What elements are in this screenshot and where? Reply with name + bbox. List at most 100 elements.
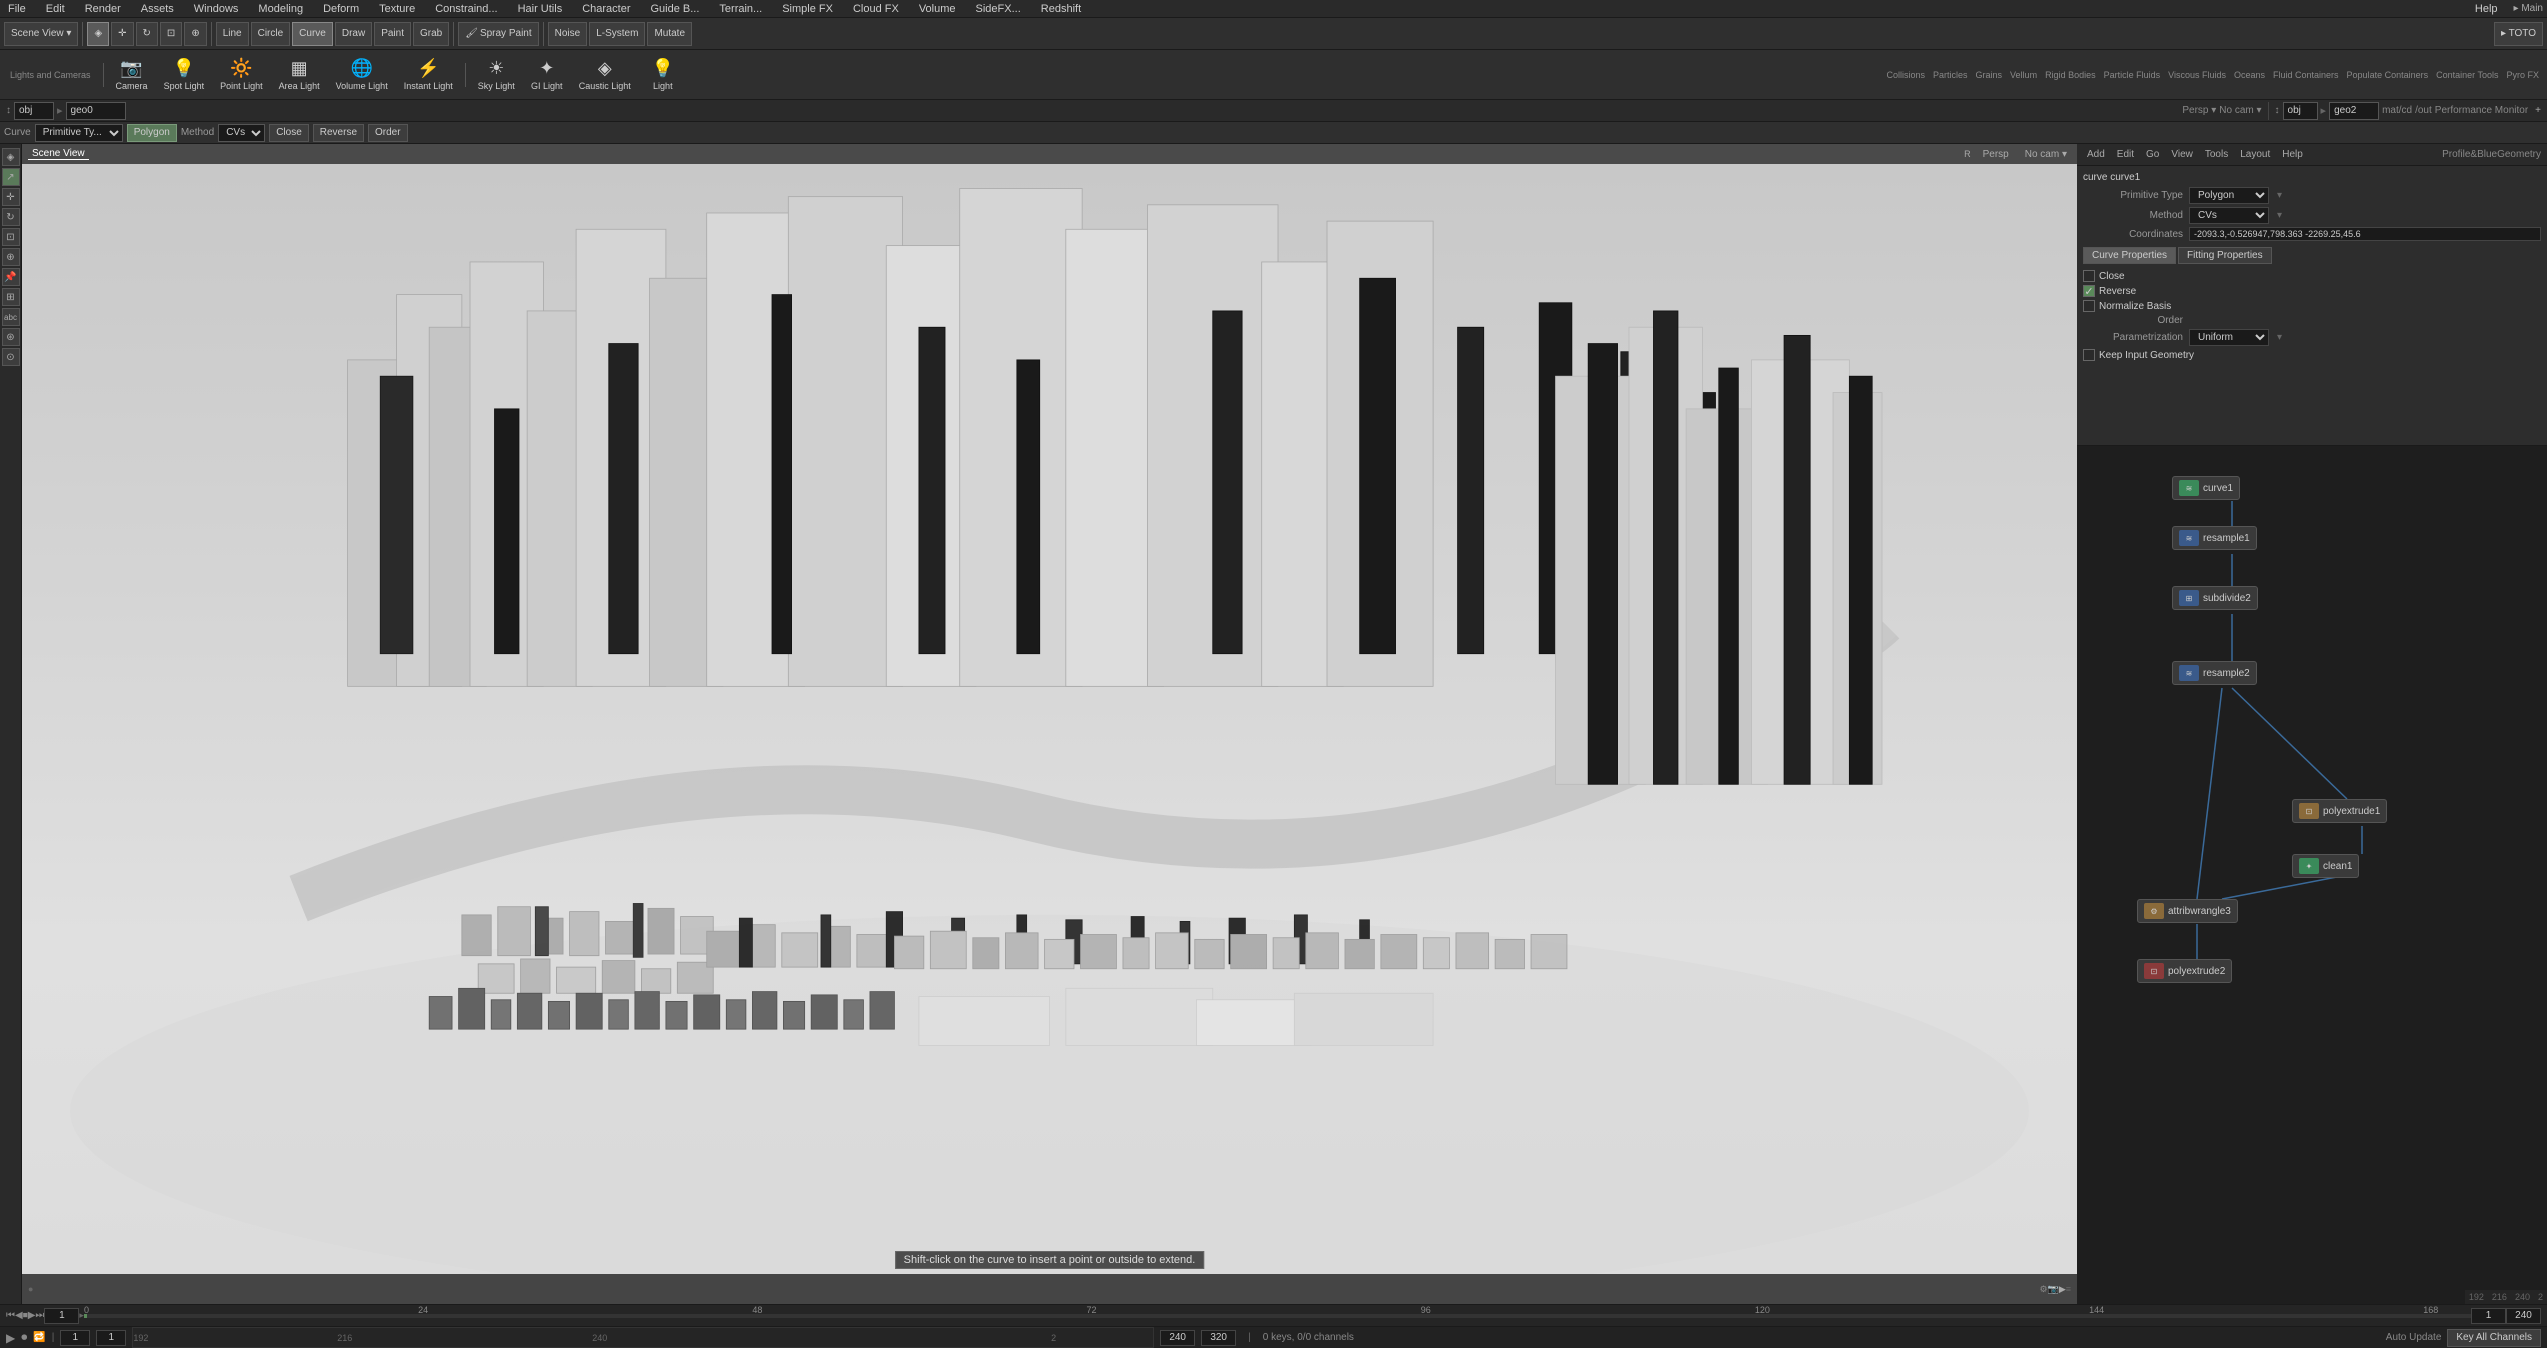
- bottom-timeline[interactable]: 192 216 240 2: [132, 1327, 1154, 1348]
- tool-snap[interactable]: ⊕: [2, 248, 20, 266]
- scale-tool-btn[interactable]: ⊡: [160, 22, 182, 46]
- node-polyextrude2[interactable]: ⊡ polyextrude2: [2137, 959, 2232, 983]
- vp-cam-btn[interactable]: 📷: [2048, 1284, 2059, 1295]
- bb-current-frame[interactable]: [96, 1330, 126, 1346]
- key-all-channels-btn[interactable]: Key All Channels: [2447, 1329, 2541, 1347]
- line-btn[interactable]: Line: [216, 22, 249, 46]
- menu-help[interactable]: Help: [2471, 3, 2502, 15]
- cvs-dropdown[interactable]: CVs: [218, 124, 265, 142]
- node-clean1[interactable]: ✦ clean1: [2292, 854, 2359, 878]
- tool-scale[interactable]: ⊡: [2, 228, 20, 246]
- node-subdivide2[interactable]: ⊞ subdivide2: [2172, 586, 2258, 610]
- area-light-btn[interactable]: ▦ Area Light: [273, 56, 326, 93]
- node-resample2[interactable]: ≋ resample2: [2172, 661, 2257, 685]
- tool-pin[interactable]: 📌: [2, 268, 20, 286]
- coords-input[interactable]: [2189, 227, 2541, 241]
- spray-paint-btn[interactable]: 🖌 Spray Paint: [458, 22, 538, 46]
- tool-abc[interactable]: abc: [2, 308, 20, 326]
- scene-view-btn[interactable]: Scene View ▾: [4, 22, 78, 46]
- tool-group[interactable]: ⊞: [2, 288, 20, 306]
- tools-btn[interactable]: Tools: [2201, 149, 2232, 160]
- menu-hair[interactable]: Hair Utils: [514, 3, 567, 15]
- order-btn[interactable]: Order: [368, 124, 408, 142]
- timeline-bar-area[interactable]: 0 24 48 72 96 120 144 168: [84, 1305, 2471, 1326]
- menu-edit[interactable]: Edit: [42, 3, 69, 15]
- spot-light-btn[interactable]: 💡 Spot Light: [158, 56, 211, 93]
- keep-input-checkbox[interactable]: [2083, 349, 2095, 361]
- fitting-props-tab[interactable]: Fitting Properties: [2178, 247, 2272, 264]
- l-system-btn[interactable]: L-System: [589, 22, 645, 46]
- tool-select[interactable]: ◈: [2, 148, 20, 166]
- handle-tool-btn[interactable]: ⊕: [184, 22, 206, 46]
- tool-curve[interactable]: ↗: [2, 168, 20, 186]
- play-btn[interactable]: ▶: [28, 1310, 36, 1321]
- menu-cloudfx[interactable]: Cloud FX: [849, 3, 903, 15]
- menu-redshift[interactable]: Redshift: [1037, 3, 1085, 15]
- go-btn[interactable]: Go: [2142, 149, 2163, 160]
- scene-view-tab[interactable]: Scene View: [28, 148, 89, 160]
- volume-light-btn[interactable]: 🌐 Volume Light: [330, 56, 394, 93]
- menu-constraint[interactable]: Constraind...: [431, 3, 501, 15]
- right-obj-input[interactable]: [2283, 102, 2318, 120]
- close-checkbox[interactable]: [2083, 270, 2095, 282]
- menu-windows[interactable]: Windows: [190, 3, 243, 15]
- add-btn[interactable]: Add: [2083, 149, 2109, 160]
- node-attribwrangle3[interactable]: ⚙ attribwrangle3: [2137, 899, 2238, 923]
- toto-btn[interactable]: ▸ TOTO: [2494, 22, 2543, 46]
- bb-record-btn[interactable]: ⏺: [21, 1330, 27, 1345]
- persp-tab[interactable]: Persp: [1979, 149, 2013, 160]
- mutate-btn[interactable]: Mutate: [647, 22, 692, 46]
- bb-loop-btn[interactable]: 🔁: [33, 1332, 45, 1343]
- curve-props-tab[interactable]: Curve Properties: [2083, 247, 2176, 264]
- sky-light-btn[interactable]: ☀ Sky Light: [472, 56, 521, 93]
- tool-move[interactable]: ✛: [2, 188, 20, 206]
- prev-frame-btn[interactable]: ◀: [15, 1310, 23, 1321]
- menu-render[interactable]: Render: [81, 3, 125, 15]
- tool-light[interactable]: ⊙: [2, 348, 20, 366]
- rotate-tool-btn[interactable]: ↻: [136, 22, 158, 46]
- no-cam-tab[interactable]: No cam ▾: [2021, 149, 2071, 160]
- menu-guide[interactable]: Guide B...: [647, 3, 704, 15]
- help-btn[interactable]: Help: [2278, 149, 2307, 160]
- right-geo-input[interactable]: [2329, 102, 2379, 120]
- end-frame-input[interactable]: [2506, 1308, 2541, 1324]
- expand-icon[interactable]: +: [2535, 105, 2541, 116]
- left-geo-input[interactable]: [66, 102, 126, 120]
- close-btn[interactable]: Close: [269, 124, 309, 142]
- camera-btn[interactable]: 📷 Camera: [110, 56, 154, 93]
- skip-end-btn[interactable]: ⏭: [35, 1310, 44, 1321]
- param-select[interactable]: Uniform: [2189, 329, 2269, 346]
- draw-btn[interactable]: Draw: [335, 22, 372, 46]
- menu-texture[interactable]: Texture: [375, 3, 419, 15]
- skip-start-btn[interactable]: ⏮: [6, 1310, 15, 1321]
- menu-sidefx[interactable]: SideFX...: [972, 3, 1025, 15]
- caustic-light-btn[interactable]: ◈ Caustic Light: [573, 56, 637, 93]
- paint-btn[interactable]: Paint: [374, 22, 411, 46]
- select-tool-btn[interactable]: ◈: [87, 22, 109, 46]
- node-resample1[interactable]: ≋ resample1: [2172, 526, 2257, 550]
- polygon-btn[interactable]: Polygon: [127, 124, 177, 142]
- tool-rotate[interactable]: ↻: [2, 208, 20, 226]
- prim-type-select[interactable]: Polygon: [2189, 187, 2269, 204]
- normalize-checkbox[interactable]: [2083, 300, 2095, 312]
- instant-light-btn[interactable]: ⚡ Instant Light: [398, 56, 459, 93]
- prim-type-dropdown[interactable]: Primitive Ty...: [35, 124, 123, 142]
- current-frame-input[interactable]: [44, 1308, 79, 1324]
- method-select[interactable]: CVs: [2189, 207, 2269, 224]
- menu-terrain[interactable]: Terrain...: [715, 3, 766, 15]
- left-obj-input[interactable]: [14, 102, 54, 120]
- node-curve1[interactable]: ≋ curve1: [2172, 476, 2240, 500]
- layout-btn[interactable]: Layout: [2236, 149, 2274, 160]
- light-btn[interactable]: 💡 Light: [641, 56, 685, 93]
- move-tool-btn[interactable]: ✛: [111, 22, 133, 46]
- bb-play-btn[interactable]: ▶: [6, 1331, 15, 1345]
- start-frame-input[interactable]: [2471, 1308, 2506, 1324]
- menu-assets[interactable]: Assets: [137, 3, 178, 15]
- bb-range-end[interactable]: [1160, 1330, 1195, 1346]
- menu-deform[interactable]: Deform: [319, 3, 363, 15]
- gi-light-btn[interactable]: ✦ GI Light: [525, 56, 569, 93]
- curve-btn[interactable]: Curve: [292, 22, 333, 46]
- noise-btn[interactable]: Noise: [548, 22, 588, 46]
- tool-extra[interactable]: ⊛: [2, 328, 20, 346]
- menu-volume[interactable]: Volume: [915, 3, 960, 15]
